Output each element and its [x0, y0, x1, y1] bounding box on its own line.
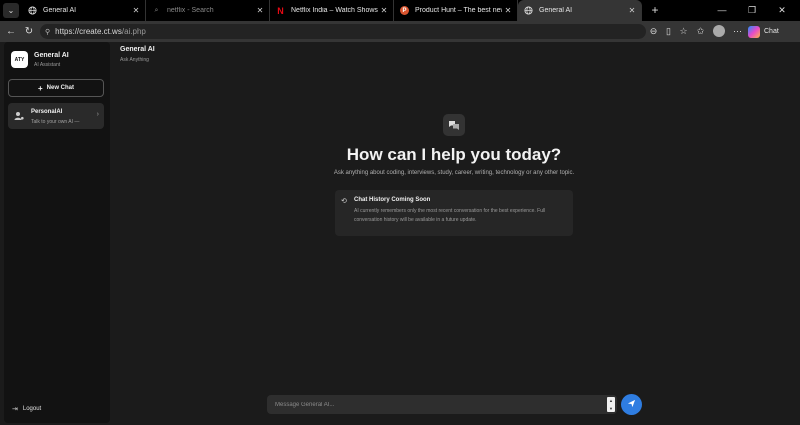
close-window-button[interactable]: ✕ — [768, 0, 796, 21]
close-icon[interactable]: ✕ — [626, 6, 638, 15]
favorite-star-icon[interactable]: ☆ — [677, 25, 690, 38]
send-button[interactable] — [621, 394, 642, 415]
close-icon[interactable]: ✕ — [502, 6, 514, 15]
main-panel: General AI Ask Anything How can I help y… — [110, 42, 800, 425]
tab-general-ai-active[interactable]: General AI ✕ — [518, 0, 642, 21]
url-field[interactable]: ⚲ https://create.ct.ws/ai.php — [40, 24, 646, 39]
new-chat-button[interactable]: + New Chat — [8, 79, 104, 97]
hero-title: How can I help you today? — [346, 145, 562, 164]
back-button[interactable]: ← — [3, 24, 19, 39]
send-icon — [627, 399, 636, 410]
tab-label: General AI — [539, 7, 573, 14]
new-chat-label: New Chat — [46, 85, 74, 91]
logout-icon: ⇥ — [12, 406, 18, 413]
url-path: /ai.php — [121, 27, 146, 36]
input-stepper[interactable]: ▲ ▼ — [607, 397, 615, 412]
search-icon: ⌕ — [154, 6, 159, 14]
reading-view-icon[interactable]: ▯ — [662, 25, 675, 38]
maximize-button[interactable]: ❐ — [738, 0, 766, 21]
url-host: https://create.ct.ws — [55, 27, 122, 36]
tab-netflix-india[interactable]: N Netflix India – Watch Shows Online ✕ — [270, 0, 394, 21]
address-bar: ← ↻ ⚲ https://create.ct.ws/ai.php ⊖ ▯ ☆ … — [0, 21, 800, 42]
history-icon: ⟲ — [341, 198, 347, 205]
chevron-right-icon: › — [96, 111, 99, 118]
logout-button[interactable]: ⇥ Logout — [12, 405, 41, 413]
globe-icon — [28, 6, 37, 15]
message-input[interactable] — [267, 395, 605, 414]
close-icon[interactable]: ✕ — [254, 6, 266, 15]
sidebar: ATY General AI AI Assistant + New Chat P… — [4, 42, 110, 423]
logout-label: Logout — [22, 406, 42, 412]
stepper-up-icon[interactable]: ▲ — [609, 398, 613, 403]
globe-icon — [524, 6, 533, 15]
tab-label: netflix - Search — [167, 7, 214, 14]
site-info-icon[interactable]: ⚲ — [45, 28, 50, 36]
personal-ai-subtitle: Talk to your own AI — — [31, 119, 80, 125]
brand: ATY General AI AI Assistant — [11, 51, 69, 68]
stepper-down-icon[interactable]: ▼ — [609, 406, 613, 411]
plus-icon: + — [37, 83, 43, 93]
tab-label: Netflix India – Watch Shows Online — [291, 7, 378, 14]
notice-title: Chat History Coming Soon — [354, 197, 431, 203]
personal-ai-item[interactable]: PersonalAI Talk to your own AI — › — [8, 103, 104, 129]
chat-history-notice: ⟲ Chat History Coming Soon AI currently … — [335, 190, 573, 236]
close-icon[interactable]: ✕ — [378, 6, 390, 15]
new-tab-button[interactable]: + — [648, 3, 662, 17]
profile-avatar[interactable] — [713, 25, 725, 37]
personal-ai-title: PersonalAI — [31, 109, 63, 115]
copilot-icon — [748, 25, 760, 38]
reload-button[interactable]: ↻ — [21, 24, 37, 39]
app-subtitle: AI Assistant — [34, 61, 61, 68]
page-title: General AI — [120, 46, 155, 53]
favorites-icon[interactable]: ✩ — [694, 25, 707, 38]
copilot-chat-button[interactable]: Chat — [748, 24, 779, 39]
tab-strip: ⌄ General AI ✕ ⌕ netflix - Search ✕ N Ne… — [0, 0, 800, 21]
more-options-icon[interactable]: ⋯ — [731, 25, 744, 38]
app: ATY General AI AI Assistant + New Chat P… — [0, 42, 800, 425]
tab-netflix-search[interactable]: ⌕ netflix - Search ✕ — [146, 0, 270, 21]
chat-label: Chat — [764, 28, 779, 35]
netflix-icon: N — [277, 5, 284, 16]
user-icon — [14, 111, 24, 121]
message-composer: ▲ ▼ — [267, 395, 617, 414]
app-logo: ATY — [11, 51, 28, 68]
minimize-button[interactable]: — — [708, 0, 736, 21]
chat-bubbles-icon — [443, 114, 465, 136]
notice-body: AI currently remembers only the most rec… — [354, 208, 546, 223]
tab-actions-button[interactable]: ⌄ — [3, 3, 19, 18]
zoom-icon[interactable]: ⊖ — [647, 25, 660, 38]
close-icon[interactable]: ✕ — [130, 6, 142, 15]
app-name: General AI — [34, 51, 69, 59]
page-subtitle: Ask Anything — [120, 57, 149, 63]
tab-general-ai[interactable]: General AI ✕ — [22, 0, 146, 21]
tab-label: General AI — [43, 7, 77, 14]
hero-subtitle: Ask anything about coding, interviews, s… — [333, 170, 575, 176]
product-hunt-icon: P — [400, 6, 409, 15]
tab-product-hunt[interactable]: P Product Hunt – The best new products ✕ — [394, 0, 518, 21]
tab-label: Product Hunt – The best new products — [415, 7, 502, 14]
